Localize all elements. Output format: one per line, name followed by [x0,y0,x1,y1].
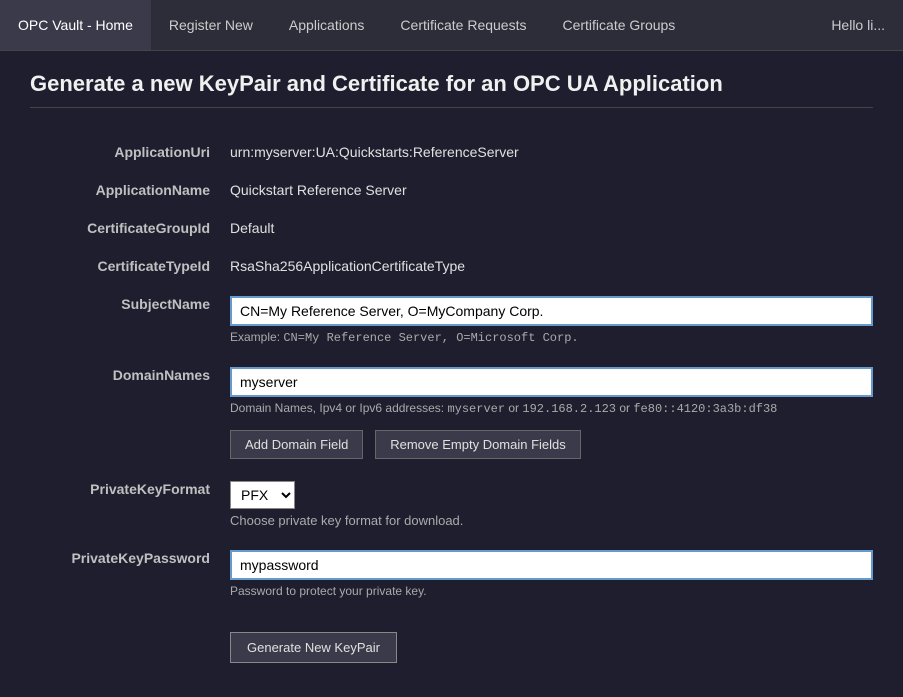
certificate-group-id-value: Default [230,214,873,236]
submit-label-spacer [30,614,230,620]
private-key-password-input[interactable] [230,550,873,580]
subject-name-input[interactable] [230,296,873,326]
application-name-row: ApplicationName Quickstart Reference Ser… [30,176,873,198]
subject-name-hint-value: CN=My Reference Server, O=Microsoft Corp… [283,331,578,345]
domain-names-or1: or [505,401,522,415]
subject-name-hint: Example: CN=My Reference Server, O=Micro… [230,330,873,345]
private-key-password-label: PrivateKeyPassword [30,544,230,566]
domain-names-or2: or [616,401,633,415]
nav-home[interactable]: OPC Vault - Home [0,0,151,50]
main-content: Generate a new KeyPair and Certificate f… [0,51,903,697]
domain-buttons-group: Add Domain Field Remove Empty Domain Fie… [230,422,873,459]
certificate-type-id-row: CertificateTypeId RsaSha256ApplicationCe… [30,252,873,274]
domain-names-hint-prefix: Domain Names, Ipv4 or Ipv6 addresses: [230,401,447,415]
certificate-type-id-label: CertificateTypeId [30,252,230,274]
domain-names-example3: fe80::4120:3a3b:df38 [633,402,777,416]
remove-empty-domain-fields-button[interactable]: Remove Empty Domain Fields [375,430,581,459]
domain-names-row: DomainNames Domain Names, Ipv4 or Ipv6 a… [30,361,873,459]
application-name-value: Quickstart Reference Server [230,176,873,198]
private-key-format-select[interactable]: PFX PEM [230,481,295,509]
domain-names-hint: Domain Names, Ipv4 or Ipv6 addresses: my… [230,401,873,416]
private-key-password-row: PrivateKeyPassword Password to protect y… [30,544,873,598]
certificate-group-id-row: CertificateGroupId Default [30,214,873,236]
private-key-password-field-group: Password to protect your private key. [230,544,873,598]
nav-applications[interactable]: Applications [271,0,383,50]
application-uri-row: ApplicationUri urn:myserver:UA:Quickstar… [30,138,873,160]
submit-group: Generate New KeyPair [230,614,873,663]
subject-name-row: SubjectName Example: CN=My Reference Ser… [30,290,873,345]
generate-keypair-button[interactable]: Generate New KeyPair [230,632,397,663]
certificate-group-id-label: CertificateGroupId [30,214,230,236]
subject-name-label: SubjectName [30,290,230,312]
nav-user: Hello li... [813,0,903,50]
private-key-password-hint: Password to protect your private key. [230,584,873,598]
navigation: OPC Vault - Home Register New Applicatio… [0,0,903,51]
application-name-label: ApplicationName [30,176,230,198]
add-domain-field-button[interactable]: Add Domain Field [230,430,363,459]
submit-row: Generate New KeyPair [30,614,873,663]
private-key-format-field-group: PFX PEM Choose private key format for do… [230,475,873,528]
nav-register-new[interactable]: Register New [151,0,271,50]
nav-certificate-groups[interactable]: Certificate Groups [544,0,693,50]
private-key-format-label: PrivateKeyFormat [30,475,230,497]
domain-names-field-group: Domain Names, Ipv4 or Ipv6 addresses: my… [230,361,873,459]
private-key-format-hint: Choose private key format for download. [230,513,873,528]
subject-name-hint-prefix: Example: [230,330,283,344]
application-uri-label: ApplicationUri [30,138,230,160]
page-title: Generate a new KeyPair and Certificate f… [30,71,873,108]
private-key-format-row: PrivateKeyFormat PFX PEM Choose private … [30,475,873,528]
domain-names-example1: myserver [447,402,505,416]
form: ApplicationUri urn:myserver:UA:Quickstar… [30,138,873,663]
domain-names-input[interactable] [230,367,873,397]
domain-names-example2: 192.168.2.123 [522,402,616,416]
domain-names-label: DomainNames [30,361,230,383]
nav-certificate-requests[interactable]: Certificate Requests [382,0,544,50]
application-uri-value: urn:myserver:UA:Quickstarts:ReferenceSer… [230,138,873,160]
subject-name-field-group: Example: CN=My Reference Server, O=Micro… [230,290,873,345]
certificate-type-id-value: RsaSha256ApplicationCertificateType [230,252,873,274]
